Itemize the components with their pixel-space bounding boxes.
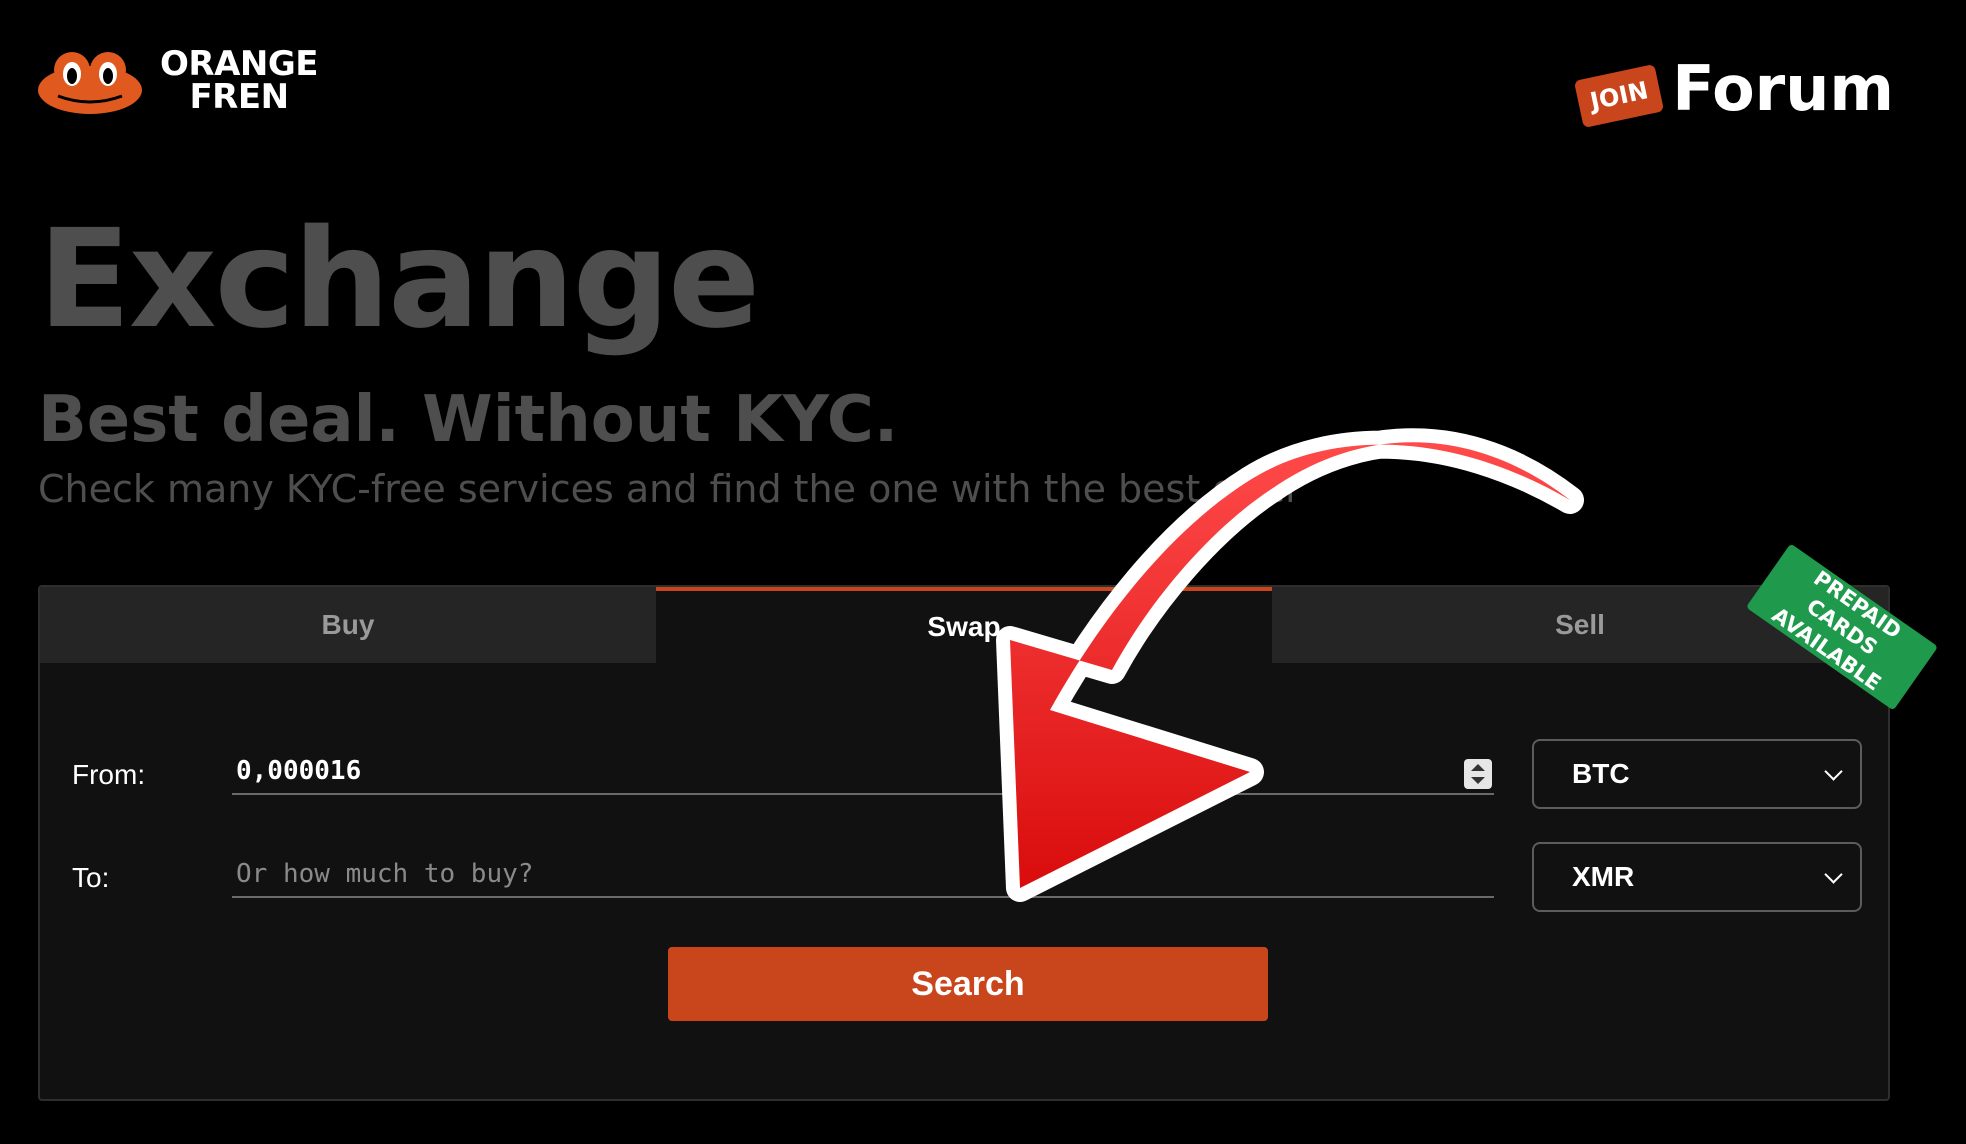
to-row: To: XMR [40, 842, 1888, 912]
tab-swap[interactable]: Swap [656, 587, 1272, 663]
logo-wordmark: ORANGE FREN [160, 47, 319, 117]
from-currency-value: BTC [1572, 758, 1630, 789]
from-row: From: BTC [40, 739, 1888, 809]
logo[interactable]: ORANGE FREN [36, 46, 319, 117]
tab-bar: Buy Swap Sell [40, 587, 1888, 663]
exchange-panel: Buy Swap Sell From: BTC To: XMR Search [38, 585, 1890, 1101]
chevron-down-icon [1824, 865, 1843, 884]
to-currency-select[interactable]: XMR [1532, 842, 1862, 912]
to-amount-input[interactable] [232, 852, 1494, 898]
page-title: Exchange [38, 201, 760, 359]
from-currency-select[interactable]: BTC [1532, 739, 1862, 809]
to-label: To: [72, 862, 110, 893]
join-badge: JOIN [1573, 63, 1665, 128]
page-description: Check many KYC-free services and find th… [38, 467, 1301, 511]
to-currency-value: XMR [1572, 861, 1635, 892]
frog-logo-icon [36, 46, 144, 116]
search-button[interactable]: Search [668, 947, 1268, 1021]
page-subtitle: Best deal. Without KYC. [38, 383, 899, 457]
forum-link[interactable]: JOIN Forum [1573, 52, 1894, 128]
number-stepper[interactable] [1464, 759, 1492, 789]
tab-buy[interactable]: Buy [40, 587, 656, 663]
chevron-down-icon [1824, 762, 1843, 781]
from-label: From: [72, 759, 146, 790]
logo-line-2: FREN [189, 77, 289, 117]
forum-label: Forum [1672, 52, 1894, 125]
from-amount-input[interactable] [232, 749, 1494, 795]
